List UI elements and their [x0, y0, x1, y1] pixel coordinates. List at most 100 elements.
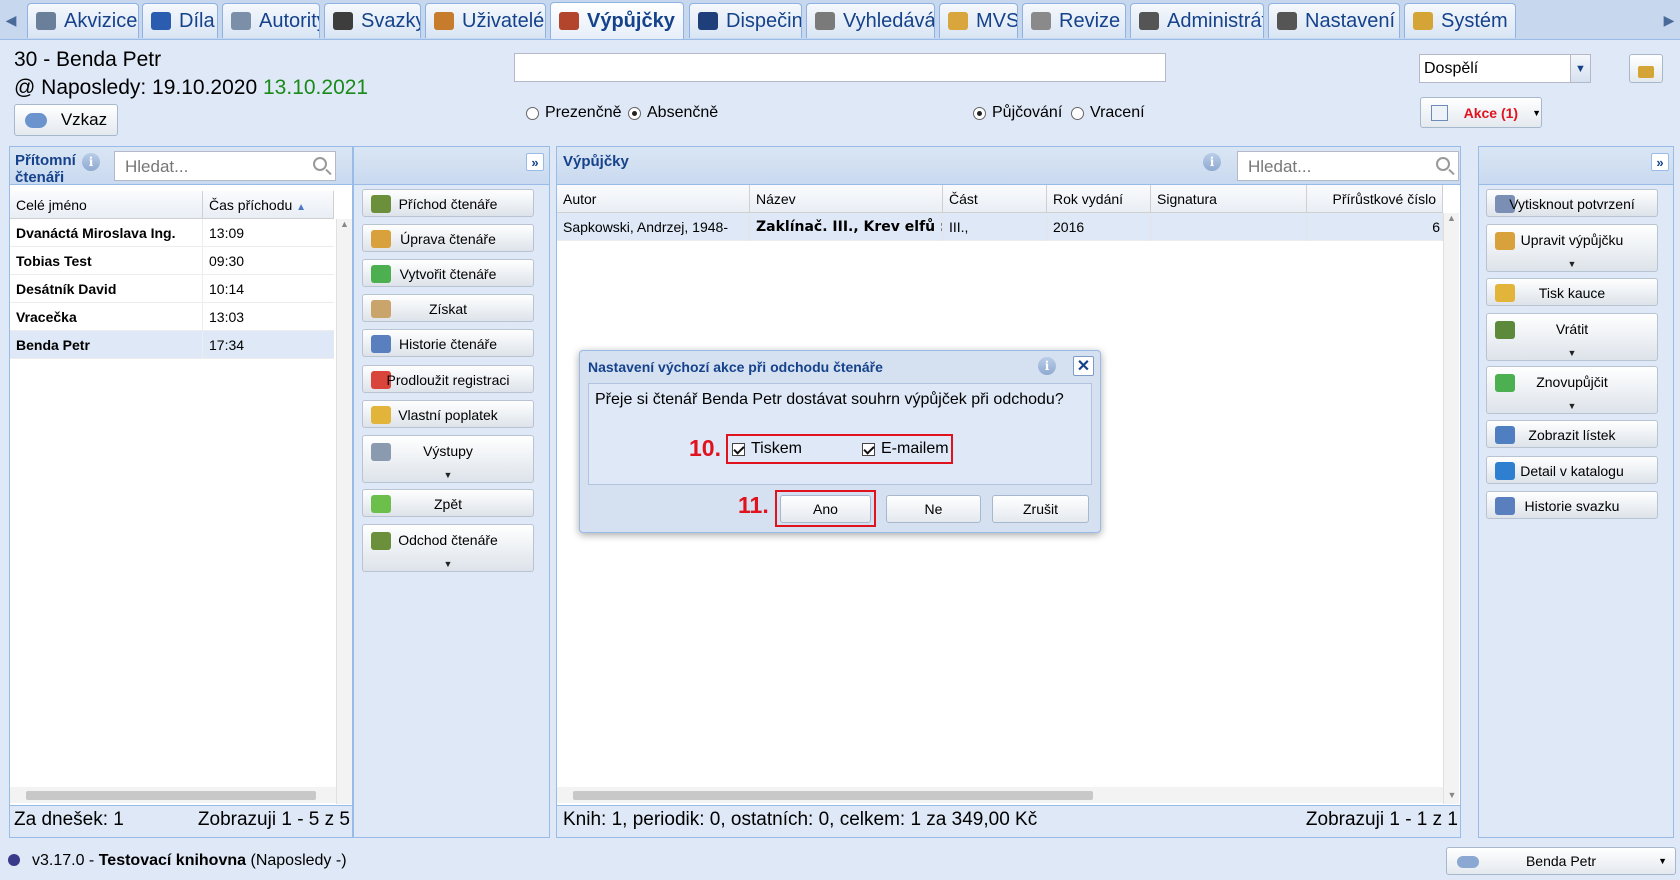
chevron-down-icon: ▼	[1532, 107, 1541, 118]
present-readers-header: Celé jméno Čas příchodu ▲	[10, 191, 334, 219]
info-icon[interactable]: i	[1038, 357, 1056, 375]
nav-scroll-left-icon[interactable]: ◀	[0, 4, 22, 36]
table-row[interactable]: Tobias Test 09:30	[10, 247, 334, 275]
column-year[interactable]: Rok vydání	[1047, 185, 1151, 213]
chevron-down-icon: ▼	[1567, 259, 1577, 269]
chevron-down-icon: ▼	[1567, 401, 1577, 411]
yes-button[interactable]: Ano	[780, 495, 871, 523]
vertical-scrollbar[interactable]: ▲ ▼	[1443, 213, 1459, 804]
radio-lending[interactable]: Půjčování	[973, 104, 1062, 122]
chevron-down-icon[interactable]: ▼	[1570, 55, 1590, 82]
column-full-name[interactable]: Celé jméno	[10, 191, 203, 219]
tab-7[interactable]: Vyhledávání	[806, 3, 935, 38]
tab-12[interactable]: Systém	[1404, 3, 1516, 38]
table-row[interactable]: Desátník David 10:14	[10, 275, 334, 303]
table-row[interactable]: Dvanáctá Miroslava Ing. 13:09	[10, 219, 334, 247]
tab-9[interactable]: Revize	[1022, 3, 1126, 38]
loans-search[interactable]: Hledat...	[1237, 151, 1459, 181]
tab-2[interactable]: Autority	[222, 3, 320, 38]
tab-3[interactable]: Svazky	[324, 3, 421, 38]
vytisknout-potvrzen--button[interactable]: Vytisknout potvrzení	[1486, 189, 1658, 217]
horizontal-scrollbar[interactable]	[557, 787, 1443, 803]
tab-8[interactable]: MVS	[939, 3, 1018, 38]
z-skat-button[interactable]: Získat	[362, 294, 534, 322]
loan-signature	[1151, 213, 1307, 241]
vlastn-poplatek-button[interactable]: Vlastní poplatek	[362, 400, 534, 428]
pen-icon	[333, 12, 353, 30]
checkbox-email[interactable]: E-mailem	[862, 440, 949, 458]
book-icon	[151, 12, 171, 30]
column-arrival-time[interactable]: Čas příchodu ▲	[203, 191, 334, 219]
column-name[interactable]: Název	[750, 185, 943, 213]
tab-6[interactable]: Dispečink	[689, 3, 802, 38]
p-chod-ten-e-button[interactable]: Příchod čtenáře	[362, 189, 534, 217]
tools-icon	[1139, 12, 1159, 30]
table-row[interactable]: Benda Petr 17:34	[10, 331, 334, 359]
nav-scroll-right-icon[interactable]: ▶	[1658, 4, 1680, 36]
expand-panel-icon[interactable]: »	[526, 153, 544, 171]
speech-bubble-icon	[1457, 856, 1479, 868]
chevron-down-icon: ▼	[1658, 856, 1667, 866]
radio-absence[interactable]: Absenčně	[628, 104, 718, 122]
tisk-kauce-button[interactable]: Tisk kauce	[1486, 278, 1658, 306]
close-icon[interactable]: ✕	[1073, 356, 1094, 376]
present-readers-search[interactable]: Hledat...	[114, 151, 336, 181]
loans-title: Výpůjčky	[563, 153, 629, 170]
detail-v-katalogu-button[interactable]: Detail v katalogu	[1486, 456, 1658, 484]
historie-svazku-button[interactable]: Historie svazku	[1486, 491, 1658, 519]
tab-11[interactable]: Nastavení	[1268, 3, 1400, 38]
table-row[interactable]: Vracečka 13:03	[10, 303, 334, 331]
tab-0[interactable]: Akvizice	[27, 3, 139, 38]
user-menu-button[interactable]: Benda Petr ▼	[1446, 847, 1676, 875]
message-button[interactable]: Vzkaz	[14, 104, 118, 136]
zobrazit-l-stek-button[interactable]: Zobrazit lístek	[1486, 420, 1658, 448]
tab-1[interactable]: Díla	[142, 3, 218, 38]
znovup-j-it-button[interactable]: Znovupůjčit ▼	[1486, 366, 1658, 414]
v-stupy-button[interactable]: Výstupy ▼	[362, 435, 534, 483]
search-icon[interactable]	[313, 157, 327, 171]
zp-t-button[interactable]: Zpět	[362, 489, 534, 517]
loan-year: 2016	[1047, 213, 1151, 241]
reader-name: Desátník David	[10, 275, 203, 303]
sort-asc-icon: ▲	[296, 202, 307, 213]
odchod-ten-e-button[interactable]: Odchod čtenáře ▼	[362, 524, 534, 572]
tab-10[interactable]: Administrátor REKSu	[1130, 3, 1264, 38]
reader-name: Vracečka	[10, 303, 203, 331]
reader-name: Tobias Test	[10, 247, 203, 275]
historie-ten-e-button[interactable]: Historie čtenáře	[362, 329, 534, 357]
cancel-button[interactable]: Zrušit	[992, 495, 1089, 523]
no-button[interactable]: Ne	[886, 495, 981, 523]
radio-presence[interactable]: Prezenčně	[526, 104, 622, 122]
vertical-scrollbar[interactable]: ▲	[336, 219, 352, 804]
expand-panel-icon[interactable]: »	[1651, 153, 1669, 171]
actions-button[interactable]: Akce (1) ▼	[1420, 97, 1542, 128]
-prava-ten-e-button[interactable]: Úprava čtenáře	[362, 224, 534, 252]
column-author[interactable]: Autor	[557, 185, 750, 213]
package-icon	[948, 12, 968, 30]
tab-5[interactable]: Výpůjčky	[550, 2, 684, 39]
info-icon[interactable]: i	[1203, 153, 1221, 171]
vr-tit-button[interactable]: Vrátit ▼	[1486, 313, 1658, 361]
vytvo-it-ten-e-button[interactable]: Vytvořit čtenáře	[362, 259, 534, 287]
column-signature[interactable]: Signatura	[1151, 185, 1307, 213]
speech-bubble-icon	[24, 112, 47, 128]
search-icon[interactable]	[1436, 157, 1450, 171]
chevron-down-icon: ▼	[1567, 348, 1577, 358]
table-row[interactable]: Sapkowski, Andrzej, 1948- Zaklínač. III.,…	[557, 213, 1443, 241]
radio-returning[interactable]: Vracení	[1071, 104, 1145, 122]
column-part[interactable]: Část	[943, 185, 1047, 213]
lock-button[interactable]	[1629, 54, 1663, 83]
tab-4[interactable]: Uživatelé	[425, 3, 546, 38]
horizontal-scrollbar[interactable]	[10, 787, 336, 803]
users-icon	[434, 12, 454, 30]
arrival-time: 13:09	[209, 225, 245, 241]
info-icon[interactable]: i	[82, 153, 100, 171]
category-select[interactable]: Dospělí ▼	[1419, 54, 1591, 83]
cart-icon	[36, 12, 56, 30]
column-accession[interactable]: Přírůstkové číslo	[1307, 185, 1443, 213]
top-search-input[interactable]	[514, 53, 1166, 82]
checkbox-print[interactable]: Tiskem	[732, 440, 802, 458]
upravit-v-p-j-ku-button[interactable]: Upravit výpůjčku ▼	[1486, 224, 1658, 272]
arrival-time: 09:30	[209, 253, 245, 269]
prodlou-it-registraci-button[interactable]: Prodloužit registraci	[362, 365, 534, 393]
